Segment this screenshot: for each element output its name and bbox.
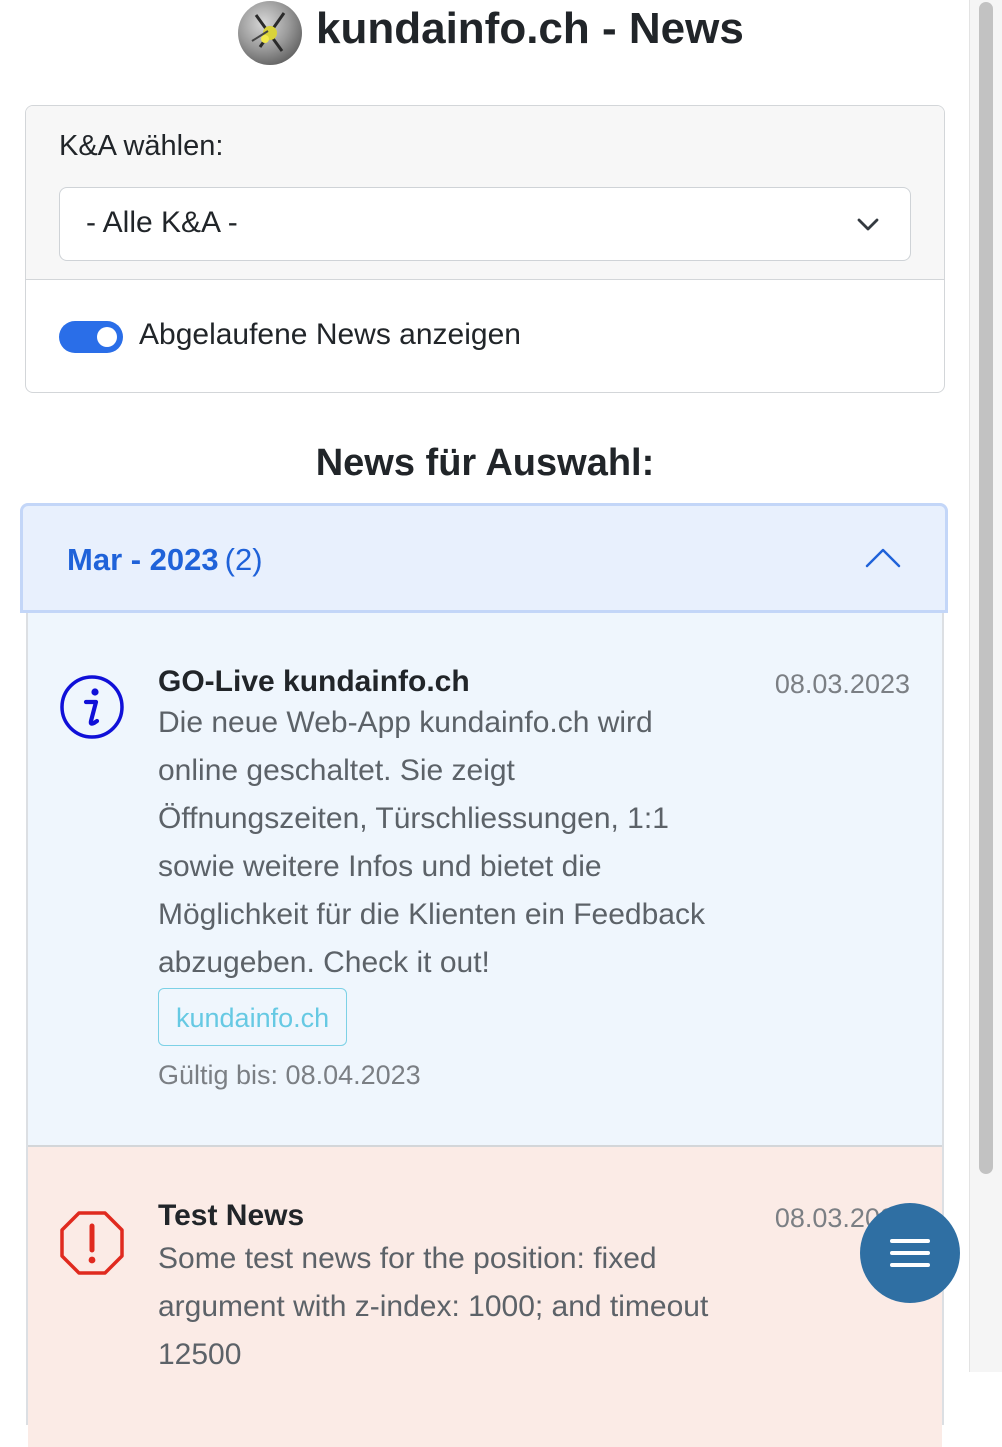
news-item: GO-Live kundainfo.ch 08.03.2023 Die neue… xyxy=(28,613,942,1147)
scrollbar[interactable] xyxy=(969,0,1002,1372)
news-body: Some test news for the position: fixed a… xyxy=(158,1235,798,1379)
chevron-up-icon xyxy=(865,548,901,568)
news-body-line: Öffnungszeiten, Türschliessungen, 1:1 xyxy=(158,802,669,835)
filter-card-header: K&A wählen: - Alle K&A - xyxy=(26,106,944,280)
news-body-line: argument with z-index: 1000; and timeout xyxy=(158,1290,709,1323)
news-title: Test News xyxy=(158,1199,305,1232)
news-link-button[interactable]: kundainfo.ch xyxy=(158,988,348,1046)
hamburger-menu-icon xyxy=(890,1263,930,1267)
news-body-line: abzugeben. Check it out! xyxy=(158,946,490,979)
news-body-line: Some test news for the position: fixed xyxy=(158,1242,657,1275)
accordion-count: (2) xyxy=(224,542,263,577)
news-body-line: Die neue Web-App kundainfo.ch wird xyxy=(158,706,653,739)
header: kundainfo.ch - News xyxy=(0,0,970,70)
news-date: 08.03.2023 xyxy=(774,669,910,699)
chevron-down-icon xyxy=(857,218,879,231)
scrollbar-thumb[interactable] xyxy=(979,2,993,1174)
ka-select[interactable]: - Alle K&A - xyxy=(59,187,911,261)
info-icon xyxy=(60,675,124,739)
accordion-title: Mar - 2023 (2) xyxy=(67,542,263,578)
accordion-month: Mar - 2023 xyxy=(67,542,219,577)
page-title: kundainfo.ch - News xyxy=(316,4,744,53)
expired-news-toggle-label[interactable]: Abgelaufene News anzeigen xyxy=(139,318,521,352)
expired-news-toggle[interactable] xyxy=(59,321,123,353)
hamburger-menu-icon xyxy=(890,1251,930,1255)
news-title: GO-Live kundainfo.ch xyxy=(158,665,470,698)
news-item: Test News 08.03.2023 Some test news for … xyxy=(28,1147,942,1447)
toggle-knob xyxy=(97,327,117,347)
filter-label: K&A wählen: xyxy=(59,130,224,162)
menu-fab-button[interactable] xyxy=(860,1203,960,1303)
filter-card: K&A wählen: - Alle K&A - Abgelaufene New… xyxy=(25,105,945,393)
news-body-line: Möglichkeit für die Klienten ein Feedbac… xyxy=(158,898,705,931)
hamburger-menu-icon xyxy=(890,1239,930,1243)
section-title: News für Auswahl: xyxy=(315,442,655,484)
logo-graphic xyxy=(251,12,286,52)
news-body: Die neue Web-App kundainfo.ch wird onlin… xyxy=(158,699,768,987)
news-body-line: 12500 xyxy=(158,1338,242,1371)
logo xyxy=(238,1,302,65)
news-body-line: sowie weitere Infos und bietet die xyxy=(158,850,602,883)
accordion-header-mar-2023[interactable]: Mar - 2023 (2) xyxy=(20,503,948,613)
warning-octagon-icon xyxy=(60,1211,124,1275)
news-body-line: online geschaltet. Sie zeigt xyxy=(158,754,515,787)
news-list: GO-Live kundainfo.ch 08.03.2023 Die neue… xyxy=(26,613,944,1447)
ka-select-value: - Alle K&A - xyxy=(86,206,238,239)
news-valid-until: Gültig bis: 08.04.2023 xyxy=(158,1060,421,1090)
